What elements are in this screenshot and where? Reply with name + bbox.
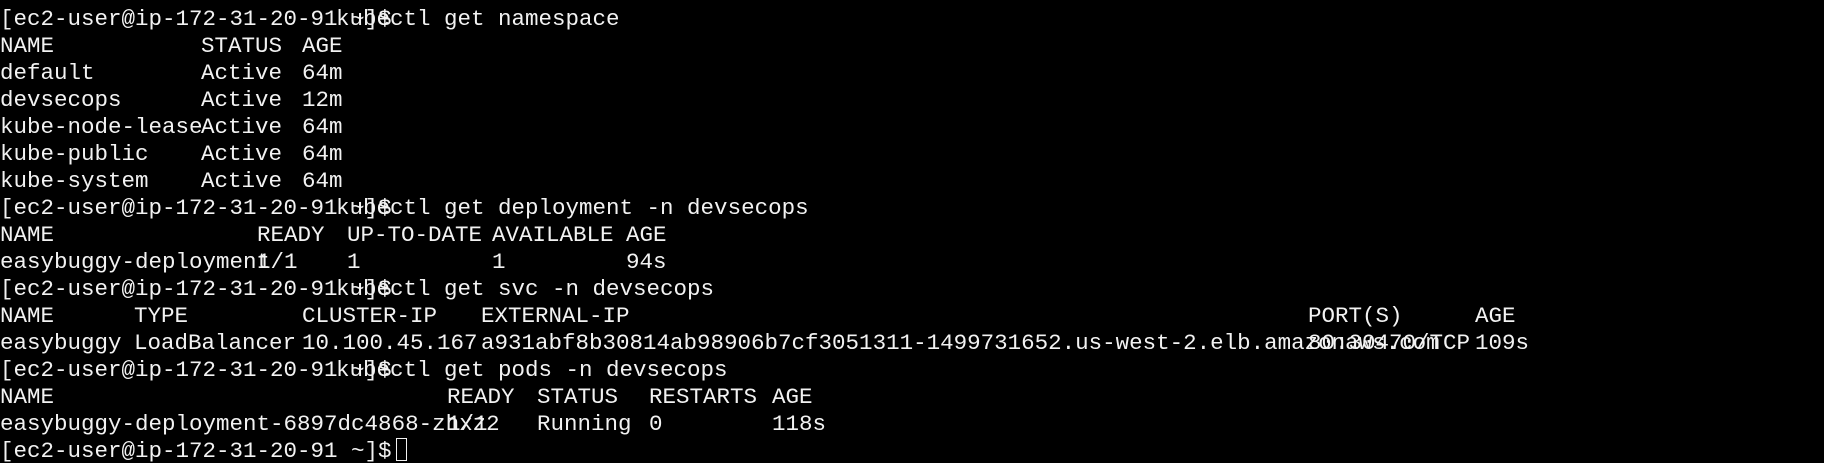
- namespace-status: Active: [201, 114, 283, 140]
- column-header-status: STATUS: [201, 33, 283, 59]
- deployment-available: 1: [492, 249, 506, 275]
- table-row: kube-public Active 64m: [0, 141, 1824, 168]
- service-type: LoadBalancer: [134, 330, 297, 356]
- column-header-age: AGE: [626, 222, 667, 248]
- command-text: kubectl get svc -n devsecops: [336, 276, 715, 302]
- column-header-name: NAME: [0, 384, 55, 410]
- namespace-name: kube-system: [0, 168, 149, 194]
- table-header: NAME STATUS AGE: [0, 33, 1824, 60]
- namespace-age: 64m: [302, 60, 343, 86]
- table-row: default Active 64m: [0, 60, 1824, 87]
- table-row: easybuggy LoadBalancer 10.100.45.167 a93…: [0, 330, 1824, 357]
- table-row: kube-node-lease Active 64m: [0, 114, 1824, 141]
- input-line[interactable]: [ec2-user@ip-172-31-20-91 ~]$: [0, 438, 1824, 463]
- namespace-age: 64m: [302, 168, 343, 194]
- column-header-restarts: RESTARTS: [649, 384, 758, 410]
- prompt-with-cursor: [ec2-user@ip-172-31-20-91 ~]$: [0, 438, 407, 463]
- table-row: kube-system Active 64m: [0, 168, 1824, 195]
- namespace-age: 12m: [302, 87, 343, 113]
- namespace-name: kube-public: [0, 141, 149, 167]
- column-header-cluster-ip: CLUSTER-IP: [302, 303, 438, 329]
- pod-ready: 1/1: [447, 411, 488, 437]
- deployment-up-to-date: 1: [347, 249, 361, 275]
- namespace-status: Active: [201, 168, 283, 194]
- table-header: NAME READY UP-TO-DATE AVAILABLE AGE: [0, 222, 1824, 249]
- column-header-ready: READY: [447, 384, 515, 410]
- column-header-age: AGE: [302, 33, 343, 59]
- prompt: [ec2-user@ip-172-31-20-91 ~]$: [0, 6, 392, 32]
- command-text: kubectl get deployment -n devsecops: [336, 195, 809, 221]
- namespace-name: devsecops: [0, 87, 122, 113]
- deployment-name: easybuggy-deployment: [0, 249, 271, 275]
- column-header-name: NAME: [0, 303, 55, 329]
- column-header-name: NAME: [0, 222, 55, 248]
- namespace-status: Active: [201, 60, 283, 86]
- namespace-age: 64m: [302, 114, 343, 140]
- column-header-type: TYPE: [134, 303, 189, 329]
- namespace-age: 64m: [302, 141, 343, 167]
- command-line: [ec2-user@ip-172-31-20-91 ~]$ kubectl ge…: [0, 276, 1824, 303]
- table-row: devsecops Active 12m: [0, 87, 1824, 114]
- deployment-age: 94s: [626, 249, 667, 275]
- table-row: easybuggy-deployment 1/1 1 1 94s: [0, 249, 1824, 276]
- prompt: [ec2-user@ip-172-31-20-91 ~]$: [0, 438, 392, 463]
- prompt: [ec2-user@ip-172-31-20-91 ~]$: [0, 195, 392, 221]
- service-age: 109s: [1475, 330, 1530, 356]
- terminal-window[interactable]: [ec2-user@ip-172-31-20-91 ~]$ kubectl ge…: [0, 0, 1824, 463]
- column-header-age: AGE: [1475, 303, 1516, 329]
- column-header-ready: READY: [257, 222, 325, 248]
- command-text: kubectl get pods -n devsecops: [336, 357, 728, 383]
- prompt: [ec2-user@ip-172-31-20-91 ~]$: [0, 276, 392, 302]
- column-header-ports: PORT(S): [1308, 303, 1403, 329]
- prompt: [ec2-user@ip-172-31-20-91 ~]$: [0, 357, 392, 383]
- pod-restarts: 0: [649, 411, 663, 437]
- namespace-name: default: [0, 60, 95, 86]
- command-text: kubectl get namespace: [336, 6, 620, 32]
- service-name: easybuggy: [0, 330, 122, 356]
- column-header-external-ip: EXTERNAL-IP: [481, 303, 630, 329]
- table-header: NAME TYPE CLUSTER-IP EXTERNAL-IP PORT(S)…: [0, 303, 1824, 330]
- column-header-name: NAME: [0, 33, 55, 59]
- command-line: [ec2-user@ip-172-31-20-91 ~]$ kubectl ge…: [0, 195, 1824, 222]
- namespace-status: Active: [201, 141, 283, 167]
- command-line: [ec2-user@ip-172-31-20-91 ~]$ kubectl ge…: [0, 357, 1824, 384]
- column-header-age: AGE: [772, 384, 813, 410]
- column-header-up-to-date: UP-TO-DATE: [347, 222, 483, 248]
- pod-status: Running: [537, 411, 632, 437]
- pod-name: easybuggy-deployment-6897dc4868-zhxz2: [0, 411, 500, 437]
- service-external-ip: a931abf8b30814ab98906b7cf3051311-1499731…: [481, 330, 1440, 356]
- column-header-available: AVAILABLE: [492, 222, 614, 248]
- service-ports: 80:30470/TCP: [1308, 330, 1471, 356]
- service-cluster-ip: 10.100.45.167: [302, 330, 478, 356]
- command-line: [ec2-user@ip-172-31-20-91 ~]$ kubectl ge…: [0, 6, 1824, 33]
- column-header-status: STATUS: [537, 384, 619, 410]
- pod-age: 118s: [772, 411, 827, 437]
- table-row: easybuggy-deployment-6897dc4868-zhxz2 1/…: [0, 411, 1824, 438]
- table-header: NAME READY STATUS RESTARTS AGE: [0, 384, 1824, 411]
- text-cursor: [395, 438, 407, 461]
- namespace-name: kube-node-lease: [0, 114, 203, 140]
- deployment-ready: 1/1: [257, 249, 298, 275]
- namespace-status: Active: [201, 87, 283, 113]
